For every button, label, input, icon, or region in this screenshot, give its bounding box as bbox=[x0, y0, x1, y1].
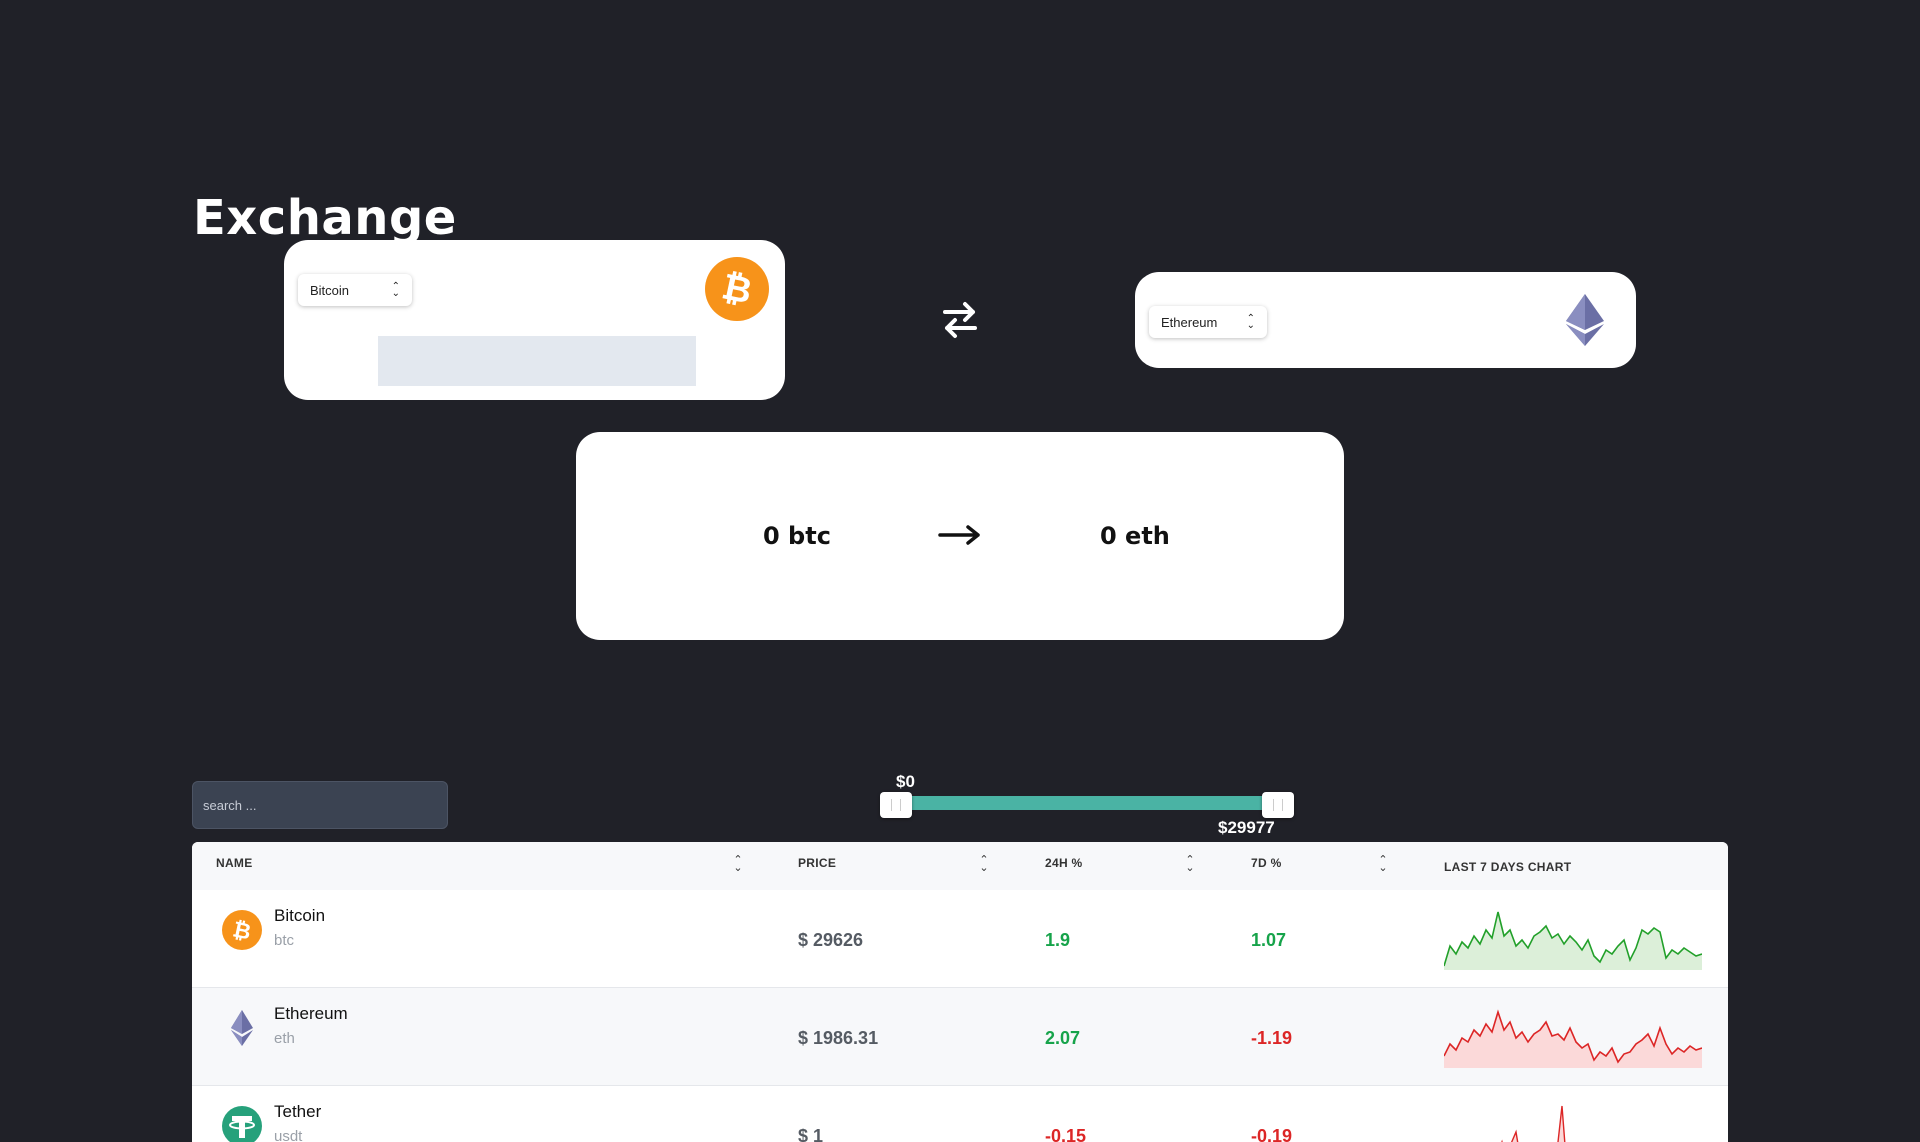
coin-symbol: eth bbox=[274, 1030, 295, 1047]
sparkline-chart bbox=[1444, 1009, 1702, 1068]
coins-table: NAME ⌃ ⌄ PRICE ⌃ ⌄ 24H % ⌃ ⌄ 7D % ⌃ ⌄ LAST 7… bbox=[192, 842, 1728, 1142]
price-min-handle[interactable] bbox=[880, 792, 912, 818]
bitcoin-icon: ₿ bbox=[222, 910, 262, 950]
coin-change-7d: -1.19 bbox=[1251, 1028, 1293, 1048]
price-range-track[interactable] bbox=[894, 796, 1276, 810]
coin-price: $ 1986.31 bbox=[798, 1028, 879, 1048]
column-header-chart: LAST 7 DAYS CHART bbox=[1444, 860, 1572, 874]
select-chevron-icon: ⌃ ⌄ bbox=[1246, 313, 1255, 331]
result-to-amount: 0 eth bbox=[1100, 522, 1170, 550]
coin-name: Bitcoin bbox=[274, 906, 326, 925]
column-header-7d: 7D % bbox=[1251, 856, 1282, 870]
sparkline-chart bbox=[1444, 911, 1702, 970]
to-currency-label: Ethereum bbox=[1161, 314, 1218, 330]
sort-24h-icon[interactable]: ⌃ ⌄ bbox=[1184, 855, 1196, 876]
column-header-name: NAME bbox=[216, 856, 253, 870]
price-min-label: $0 bbox=[896, 772, 915, 791]
to-currency-select[interactable]: Ethereum ⌃ ⌄ bbox=[1149, 306, 1267, 338]
to-currency-card: Ethereum ⌃ ⌄ bbox=[1135, 272, 1636, 368]
sort-price-icon[interactable]: ⌃ ⌄ bbox=[978, 855, 990, 876]
bitcoin-icon: ₿ bbox=[705, 257, 769, 321]
coin-name: Tether bbox=[274, 1102, 322, 1121]
coin-change-7d: 1.07 bbox=[1251, 930, 1287, 950]
sort-7d-icon[interactable]: ⌃ ⌄ bbox=[1377, 855, 1389, 876]
page-title: Exchange bbox=[193, 190, 457, 247]
search-input[interactable] bbox=[192, 781, 448, 829]
table-row[interactable]: ₿ Bitcoin btc $ 29626 1.9 1.07 bbox=[192, 890, 1728, 988]
amount-input[interactable] bbox=[378, 336, 696, 386]
column-header-24h: 24H % bbox=[1045, 856, 1083, 870]
table-header: NAME ⌃ ⌄ PRICE ⌃ ⌄ 24H % ⌃ ⌄ 7D % ⌃ ⌄ LAST 7… bbox=[192, 842, 1728, 890]
coin-change-24h: 1.9 bbox=[1045, 930, 1071, 950]
coin-symbol: btc bbox=[274, 932, 295, 949]
from-currency-label: Bitcoin bbox=[310, 282, 350, 298]
tether-icon bbox=[222, 1106, 262, 1142]
conversion-result-card: 0 btc 0 eth bbox=[576, 432, 1344, 640]
price-max-label: $29977 bbox=[1218, 818, 1275, 837]
result-from-amount: 0 btc bbox=[763, 522, 831, 550]
coin-change-24h: 2.07 bbox=[1045, 1028, 1081, 1048]
right-arrow-icon bbox=[938, 525, 980, 545]
ethereum-icon bbox=[231, 1010, 253, 1046]
swap-arrows-icon[interactable] bbox=[935, 298, 985, 342]
select-chevron-icon: ⌃ ⌄ bbox=[391, 281, 400, 299]
from-currency-card: Bitcoin ⌃ ⌄ ₿ bbox=[284, 240, 785, 400]
price-range-slider[interactable]: $0 $29977 bbox=[880, 770, 1296, 840]
from-currency-select[interactable]: Bitcoin ⌃ ⌄ bbox=[298, 274, 412, 306]
sort-name-icon[interactable]: ⌃ ⌄ bbox=[732, 855, 744, 876]
table-row[interactable]: Tether usdt $ 1 -0.15 -0.19 bbox=[192, 1086, 1728, 1142]
price-max-handle[interactable] bbox=[1262, 792, 1294, 818]
coin-name: Ethereum bbox=[274, 1004, 348, 1023]
table-row[interactable]: Ethereum eth $ 1986.31 2.07 -1.19 bbox=[192, 988, 1728, 1086]
column-header-price: PRICE bbox=[798, 856, 837, 870]
sparkline-chart bbox=[1501, 1105, 1566, 1142]
ethereum-icon bbox=[1566, 294, 1604, 346]
coin-price: $ 29626 bbox=[798, 930, 864, 950]
